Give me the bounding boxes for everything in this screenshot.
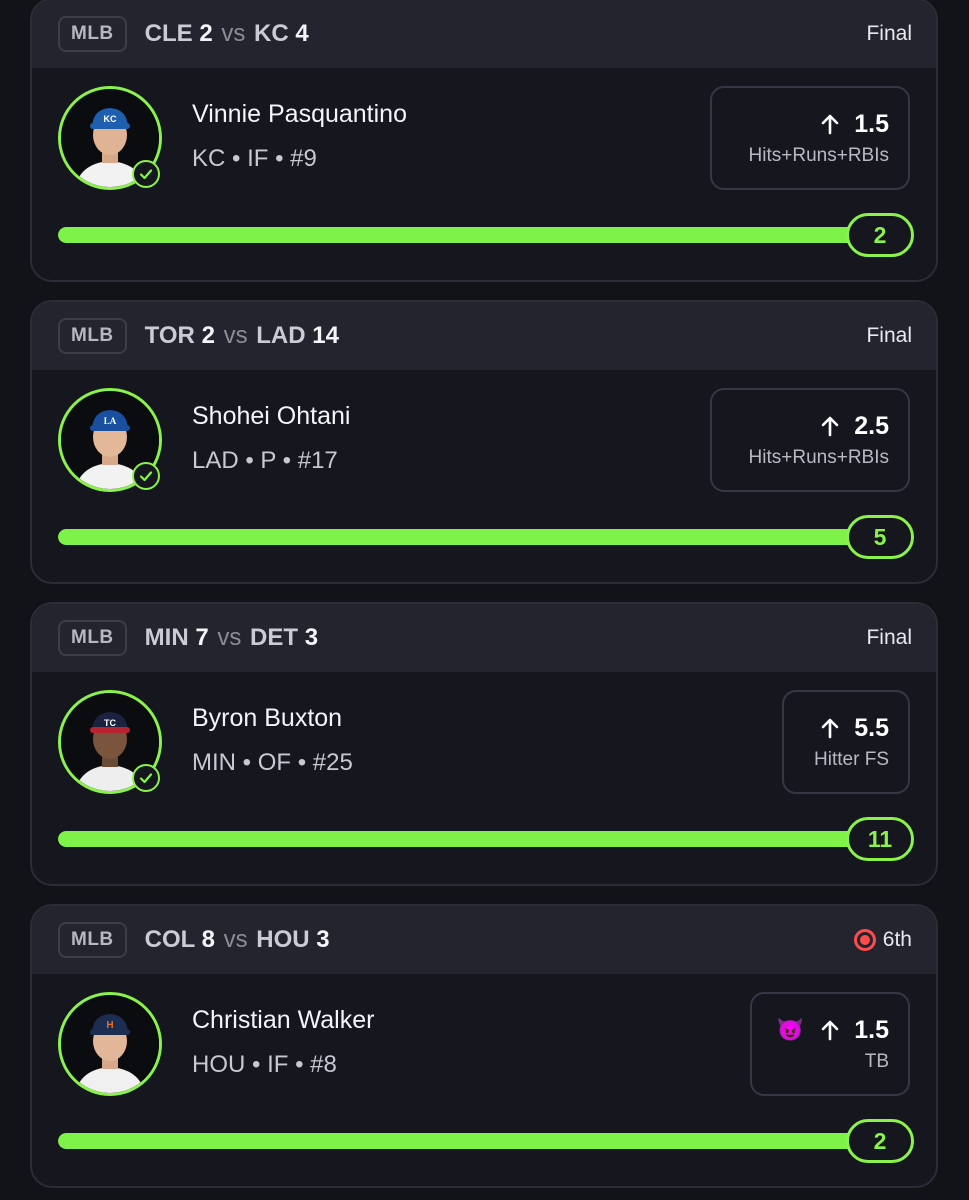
away-score: 8 [201, 926, 215, 953]
progress-bar [58, 529, 888, 545]
league-badge: MLB [58, 16, 127, 52]
pick-card[interactable]: MLB TOR 2 vs LAD 14 Final LA Shohei Ohta… [30, 300, 938, 584]
away-team: TOR [144, 322, 195, 349]
progress-bar [58, 227, 888, 243]
vs-label: vs [223, 322, 248, 349]
pick-line: 5.5 [854, 713, 889, 742]
home-score: 14 [312, 322, 339, 349]
game-status: Final [866, 626, 912, 649]
pick-card[interactable]: MLB CLE 2 vs KC 4 Final KC Vinnie Pasqua… [30, 0, 938, 282]
pick-line: 2.5 [854, 411, 889, 440]
progress-fill [58, 529, 888, 545]
result-value: 5 [846, 515, 914, 559]
result-value: 11 [846, 817, 914, 861]
pick-line-row: 5.5 [818, 714, 889, 743]
game-header: MLB MIN 7 vs DET 3 Final [32, 604, 936, 672]
pick-card[interactable]: MLB COL 8 vs HOU 3 6th H Christian Walke… [30, 904, 938, 1188]
live-record-icon [853, 929, 876, 951]
pick-line-row: 1.5 [818, 110, 889, 139]
result-value: 2 [846, 213, 914, 257]
pick-box[interactable]: 5.5 Hitter FS [782, 690, 910, 794]
pick-line-row: 2.5 [818, 412, 889, 441]
svg-text:TC: TC [104, 718, 116, 728]
arrow-up-icon [818, 716, 842, 740]
game-status: 6th [853, 906, 912, 974]
player-headshot: H [61, 995, 159, 1093]
pick-line: 1.5 [854, 1015, 889, 1044]
pick-line-row: 😈 1.5 [777, 1016, 889, 1045]
player-name: Shohei Ohtani [192, 402, 351, 430]
home-team: LAD [256, 322, 306, 349]
arrow-up-icon [818, 414, 842, 438]
away-team: CLE [144, 20, 193, 47]
matchup: COL 8 vs HOU 3 [145, 926, 330, 954]
home-score: 3 [316, 926, 330, 953]
check-circle-icon [132, 160, 160, 188]
matchup: MIN 7 vs DET 3 [145, 624, 318, 652]
away-team: MIN [144, 624, 189, 651]
away-score: 7 [195, 624, 209, 651]
matchup: TOR 2 vs LAD 14 [145, 322, 339, 350]
pick-stat: Hits+Runs+RBIs [748, 144, 889, 166]
game-header: MLB CLE 2 vs KC 4 Final [32, 0, 936, 68]
vs-label: vs [221, 20, 246, 47]
pick-stat: Hits+Runs+RBIs [748, 446, 889, 468]
svg-text:KC: KC [104, 114, 117, 124]
away-score: 2 [201, 322, 215, 349]
progress-fill [58, 1133, 888, 1149]
vs-label: vs [223, 926, 248, 953]
svg-text:LA: LA [104, 416, 117, 426]
game-header: MLB COL 8 vs HOU 3 6th [32, 906, 936, 974]
pick-stat: TB [864, 1050, 889, 1072]
player-avatar[interactable]: H [58, 992, 162, 1096]
league-badge: MLB [58, 620, 127, 656]
vs-label: vs [217, 624, 242, 651]
arrow-up-icon [818, 1018, 842, 1042]
progress-fill [58, 831, 888, 847]
demon-icon: 😈 [776, 1017, 805, 1042]
check-circle-icon [132, 462, 160, 490]
home-score: 3 [304, 624, 319, 651]
game-status: Final [866, 22, 912, 45]
player-meta: MIN • OF • #25 [192, 749, 353, 776]
arrow-up-icon [818, 112, 842, 136]
progress-bar [58, 1133, 888, 1149]
home-team: KC [254, 20, 289, 47]
game-header: MLB TOR 2 vs LAD 14 Final [32, 302, 936, 370]
pick-box[interactable]: 😈 1.5 TB [750, 992, 910, 1096]
result-value: 2 [846, 1119, 914, 1163]
player-name: Christian Walker [192, 1006, 375, 1034]
league-badge: MLB [58, 922, 127, 958]
pick-line: 1.5 [854, 109, 889, 138]
home-team: HOU [256, 926, 310, 953]
player-meta: HOU • IF • #8 [192, 1051, 337, 1078]
game-status: Final [866, 324, 912, 347]
player-meta: LAD • P • #17 [192, 447, 338, 474]
home-score: 4 [295, 20, 309, 47]
pick-card[interactable]: MLB MIN 7 vs DET 3 Final TC Byron Buxton… [30, 602, 938, 886]
away-score: 2 [199, 20, 213, 47]
league-badge: MLB [58, 318, 127, 354]
progress-fill [58, 227, 888, 243]
check-circle-icon [132, 764, 160, 792]
player-name: Byron Buxton [192, 704, 343, 732]
inning-label: 6th [882, 928, 912, 951]
progress-bar [58, 831, 888, 847]
away-team: COL [144, 926, 195, 953]
pick-box[interactable]: 2.5 Hits+Runs+RBIs [710, 388, 910, 492]
player-name: Vinnie Pasquantino [192, 100, 407, 128]
matchup: CLE 2 vs KC 4 [145, 20, 309, 48]
player-meta: KC • IF • #9 [192, 145, 317, 172]
svg-text:H: H [106, 1020, 113, 1031]
pick-stat: Hitter FS [814, 748, 889, 770]
home-team: DET [250, 624, 299, 651]
pick-box[interactable]: 1.5 Hits+Runs+RBIs [710, 86, 910, 190]
